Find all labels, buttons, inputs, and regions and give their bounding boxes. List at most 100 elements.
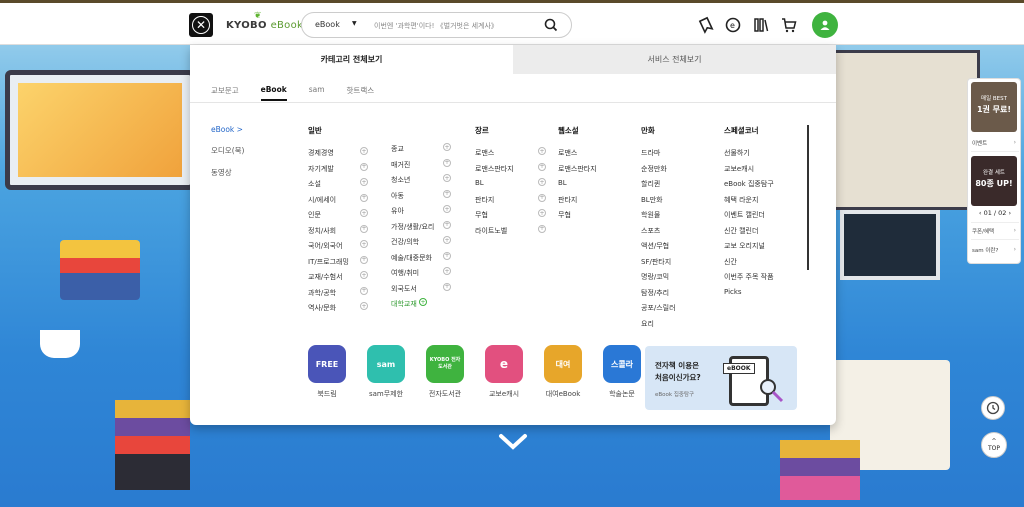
scrollbar[interactable]: [807, 125, 809, 270]
recent-view-button[interactable]: [981, 396, 1005, 420]
category-item[interactable]: 로맨스 +: [475, 147, 546, 164]
category-item[interactable]: 할리퀸: [641, 179, 676, 195]
category-item[interactable]: 청소년 +: [391, 174, 451, 191]
close-menu-button[interactable]: ✕: [189, 13, 213, 37]
category-item[interactable]: 여행/취미 +: [391, 267, 451, 284]
scholar-icon: 스콜라: [603, 345, 641, 383]
category-item[interactable]: 액션/무협: [641, 241, 676, 257]
user-profile-button[interactable]: [812, 12, 838, 38]
category-item[interactable]: 스포츠: [641, 226, 676, 242]
category-item[interactable]: 인문 +: [308, 209, 368, 226]
category-item[interactable]: 예술/대중문화 +: [391, 251, 451, 269]
category-item[interactable]: 탐정/추리: [641, 288, 676, 304]
quicklink-rental[interactable]: 대여 대여eBook: [544, 345, 582, 399]
category-item[interactable]: 소설 +: [308, 178, 368, 195]
quicklink-sam[interactable]: sam sam무제한: [367, 345, 405, 399]
category-item[interactable]: 이번주 주목 작품: [724, 272, 774, 288]
cash-icon[interactable]: e: [724, 16, 742, 34]
category-item[interactable]: 로맨스: [558, 148, 597, 164]
category-item[interactable]: 드라마: [641, 148, 676, 164]
category-item[interactable]: 역사/문화 +: [308, 302, 368, 319]
quick-links: FREE 북드림 sam sam무제한 KYOBO 전자도서관 전자도서관 e …: [308, 345, 641, 399]
category-item[interactable]: 무협: [558, 210, 597, 226]
category-item[interactable]: 신간: [724, 257, 774, 273]
category-item[interactable]: 로맨스판타지: [558, 164, 597, 180]
search-icon[interactable]: [543, 17, 559, 33]
category-item[interactable]: 신간 캘린더: [724, 226, 774, 242]
subtab-sam[interactable]: sam: [309, 85, 325, 101]
category-item[interactable]: 선물하기: [724, 148, 774, 164]
banner-pagination[interactable]: ‹ 01 / 02 ›: [972, 209, 1018, 217]
search-input[interactable]: 이번엔 '과학편'이다! 《벌거벗은 세계사》: [374, 21, 498, 31]
category-item[interactable]: 명랑/코믹: [641, 272, 676, 288]
subtab-ebook[interactable]: eBook: [260, 85, 287, 101]
category-item[interactable]: 라이트노벨 +: [475, 224, 546, 242]
cart-icon[interactable]: [780, 16, 798, 34]
category-item-university[interactable]: 대학교재 +: [391, 298, 434, 315]
category-item[interactable]: 국어/외국어 +: [308, 240, 368, 257]
promo-title: 전자책 이용은 처음이신가요?: [655, 361, 701, 382]
quicklink-bookdream[interactable]: FREE 북드림: [308, 345, 346, 399]
category-item[interactable]: 종교 +: [391, 143, 451, 160]
category-item[interactable]: 판타지: [558, 195, 597, 211]
nav-item-ebook[interactable]: eBook >: [211, 125, 244, 134]
search-bar: eBook ▼ 이번엔 '과학편'이다! 《벌거벗은 세계사》: [301, 12, 572, 38]
category-item[interactable]: 무협 +: [475, 209, 546, 226]
plus-icon: +: [538, 224, 546, 233]
category-item[interactable]: BL +: [475, 178, 546, 195]
category-item[interactable]: Picks: [724, 288, 774, 304]
category-item[interactable]: 판타지 +: [475, 193, 546, 211]
category-item[interactable]: 외국도서 +: [391, 282, 451, 300]
library-icon[interactable]: [752, 16, 770, 34]
nav-item-audio[interactable]: 오디오(북): [211, 145, 244, 156]
search-scope-select[interactable]: eBook: [315, 20, 340, 29]
category-item[interactable]: SF/판타지: [641, 257, 676, 273]
quicklink-library[interactable]: KYOBO 전자도서관 전자도서관: [426, 345, 464, 399]
category-item[interactable]: 교재/수험서 +: [308, 271, 368, 288]
banner-complete-set[interactable]: 완결 세트 80종 UP!: [971, 156, 1017, 206]
tab-service-all[interactable]: 서비스 전체보기: [513, 45, 836, 74]
category-item[interactable]: 학원물: [641, 210, 676, 226]
chevron-right-icon: ›: [1013, 246, 1016, 253]
category-item[interactable]: 순정만화: [641, 164, 676, 180]
scroll-top-button[interactable]: ^ TOP: [981, 432, 1007, 458]
banner-daily-best[interactable]: 매일 BEST 1권 무료!: [971, 82, 1017, 132]
category-item[interactable]: 요리: [641, 319, 676, 335]
category-item[interactable]: 자기계발 +: [308, 162, 368, 180]
category-item[interactable]: 이벤트 캘린더: [724, 210, 774, 226]
category-item[interactable]: BL: [558, 179, 597, 195]
category-item[interactable]: 건강/의학 +: [391, 236, 451, 253]
category-item[interactable]: eBook 집중탐구: [724, 179, 774, 195]
category-item[interactable]: 가정/생활/요리 +: [391, 220, 451, 238]
bookmark-tag-icon[interactable]: [697, 16, 715, 34]
category-item[interactable]: 교보 오리지널: [724, 241, 774, 257]
subtab-kyobo[interactable]: 교보문고: [211, 85, 239, 101]
tab-category-all[interactable]: 카테고리 전체보기: [190, 45, 513, 74]
category-item[interactable]: 아동 +: [391, 189, 451, 207]
category-item[interactable]: 유아 +: [391, 205, 451, 222]
nav-item-video[interactable]: 동영상: [211, 167, 244, 178]
category-item[interactable]: 정치/사회 +: [308, 224, 368, 242]
chevron-down-icon[interactable]: ▼: [352, 20, 357, 27]
quicklink-scholar[interactable]: 스콜라 학술논문: [603, 345, 641, 399]
category-item[interactable]: 경제경영 +: [308, 147, 368, 164]
category-item[interactable]: 매거진 +: [391, 158, 451, 176]
quicklink-label: 교보e캐시: [488, 390, 520, 398]
promo-banner[interactable]: 전자책 이용은 처음이신가요? eBook 집중탐구 eBOOK: [645, 346, 797, 410]
category-item[interactable]: 과학/공학 +: [308, 286, 368, 304]
quicklink-ecash[interactable]: e 교보e캐시: [485, 345, 523, 399]
subtab-hottracks[interactable]: 핫트랙스: [347, 85, 375, 101]
link-sam-info[interactable]: sam 이란?: [972, 246, 998, 254]
category-item[interactable]: 시/에세이 +: [308, 193, 368, 211]
category-item[interactable]: IT/프로그래밍 +: [308, 255, 368, 273]
category-item[interactable]: 교보e캐시: [724, 164, 774, 180]
category-item[interactable]: 로맨스판타지 +: [475, 162, 546, 180]
site-logo[interactable]: ❦ KYOBO eBook: [226, 11, 303, 31]
link-event[interactable]: 이벤트: [972, 139, 987, 147]
category-item[interactable]: BL만화: [641, 195, 676, 211]
illustration-shelf: [830, 50, 980, 210]
category-item[interactable]: 혜택 라운지: [724, 195, 774, 211]
link-coupon[interactable]: 쿠폰/혜택: [972, 227, 994, 235]
category-item[interactable]: 공포/스릴러: [641, 303, 676, 319]
chevron-down-icon[interactable]: [498, 432, 528, 452]
